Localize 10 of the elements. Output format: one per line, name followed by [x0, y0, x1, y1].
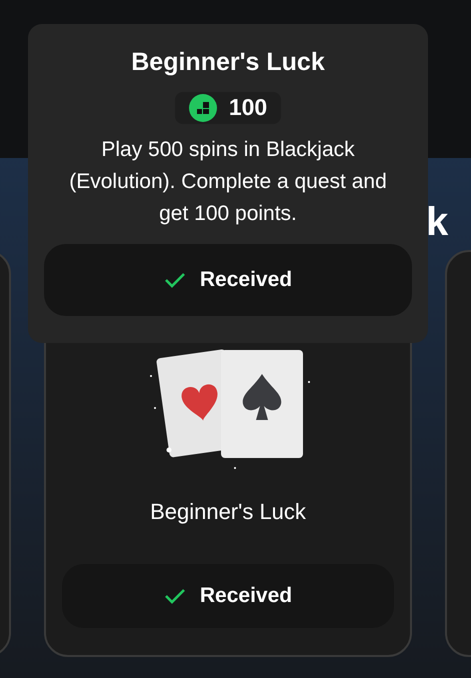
tooltip-title: Beginner's Luck — [131, 47, 325, 78]
tooltip-description: Play 500 spins in Blackjack (Evolution). Complete a quest and get 100 points. — [68, 136, 388, 226]
quest-title: Beginner's Luck — [150, 498, 306, 526]
points-badge: 100 — [174, 92, 282, 124]
check-icon — [164, 270, 186, 288]
received-button[interactable]: Received — [44, 244, 412, 316]
received-button[interactable]: Received — [62, 564, 394, 628]
page-heading: k — [426, 200, 448, 244]
points-icon — [188, 94, 217, 122]
check-icon — [164, 587, 186, 605]
